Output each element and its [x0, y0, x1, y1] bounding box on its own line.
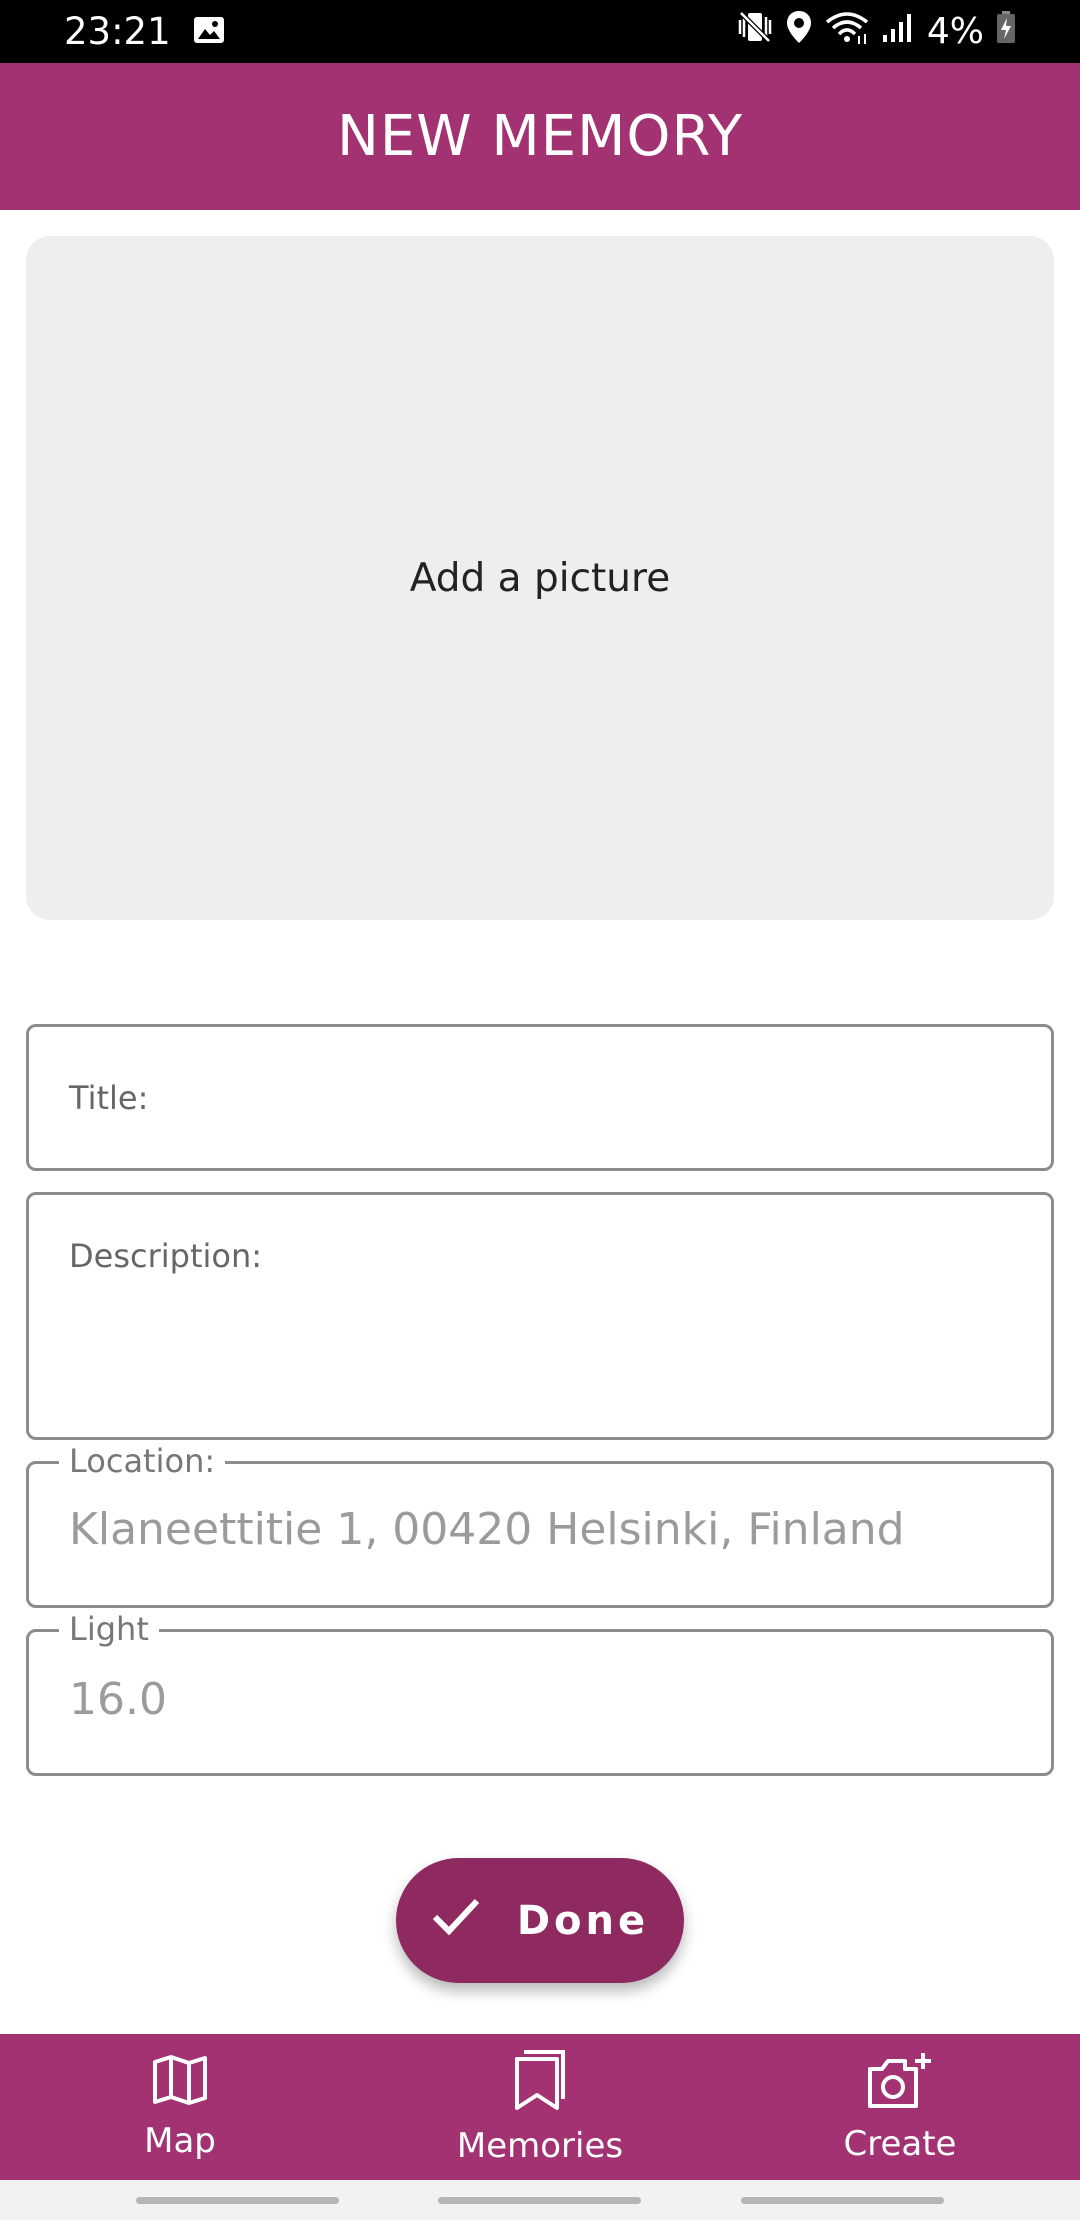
- nav-item-create-label: Create: [843, 2123, 957, 2164]
- done-button[interactable]: Done: [396, 1858, 684, 1983]
- description-field-label: Description:: [69, 1237, 263, 1275]
- location-pin-icon: [785, 10, 813, 53]
- image-icon: [193, 15, 225, 49]
- nav-item-create[interactable]: Create: [720, 2034, 1080, 2180]
- battery-percent: 4%: [926, 11, 984, 52]
- location-field[interactable]: Location: Klaneettitie 1, 00420 Helsinki…: [26, 1442, 1054, 1608]
- mute-vibrate-icon: [737, 10, 773, 53]
- nav-item-map-label: Map: [144, 2120, 216, 2161]
- battery-charging-icon: [996, 10, 1016, 53]
- location-field-label: Location:: [59, 1442, 226, 1480]
- gesture-pill-center[interactable]: [438, 2197, 641, 2204]
- status-time: 23:21: [64, 10, 171, 53]
- bookmark-icon: [514, 2049, 566, 2120]
- status-bar: 23:21 4%: [0, 0, 1080, 63]
- nav-item-memories-label: Memories: [456, 2125, 624, 2166]
- add-picture-area[interactable]: Add a picture: [26, 236, 1054, 920]
- wifi-icon: [825, 10, 869, 53]
- description-field[interactable]: Description:: [26, 1192, 1054, 1440]
- light-field-label: Light: [59, 1610, 159, 1648]
- light-field-value: 16.0: [69, 1674, 167, 1725]
- gesture-bar: [0, 2180, 1080, 2220]
- add-picture-label: Add a picture: [409, 555, 671, 601]
- title-field-label: Title:: [69, 1079, 149, 1117]
- gesture-pill-right[interactable]: [741, 2197, 944, 2204]
- camera-add-icon: [867, 2051, 933, 2118]
- signal-icon: [881, 11, 915, 52]
- title-field[interactable]: Title:: [26, 1024, 1054, 1171]
- bottom-nav: Map Memories Create: [0, 2034, 1080, 2180]
- app-bar: NEW MEMORY: [0, 63, 1080, 210]
- done-button-label: Done: [516, 1897, 650, 1944]
- page-title: NEW MEMORY: [336, 104, 744, 169]
- location-field-value: Klaneettitie 1, 00420 Helsinki, Finland: [69, 1504, 905, 1555]
- light-field[interactable]: Light 16.0: [26, 1610, 1054, 1776]
- gesture-pill-left[interactable]: [136, 2197, 339, 2204]
- map-icon: [152, 2054, 208, 2115]
- nav-item-map[interactable]: Map: [0, 2034, 360, 2180]
- check-icon: [431, 1896, 481, 1946]
- nav-item-memories[interactable]: Memories: [360, 2034, 720, 2180]
